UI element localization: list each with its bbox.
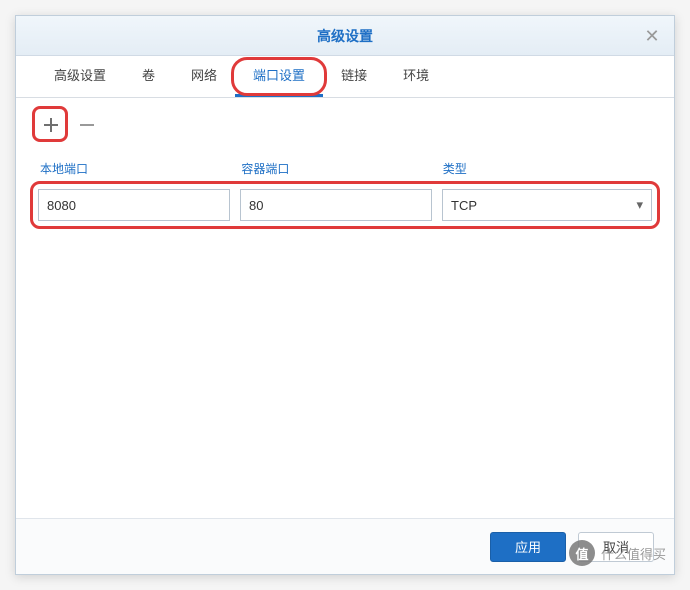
- chevron-down-icon: ▾: [636, 197, 643, 213]
- watermark-badge: 值: [569, 540, 595, 566]
- container-port-input[interactable]: [240, 189, 432, 221]
- tab-port-settings[interactable]: 端口设置: [235, 55, 323, 97]
- tab-links[interactable]: 链接: [323, 55, 385, 97]
- header-type: 类型: [441, 156, 652, 181]
- add-button[interactable]: [38, 112, 64, 138]
- table-header: 本地端口 容器端口 类型: [38, 156, 652, 181]
- tab-bar: 高级设置 卷 网络 端口设置 链接 环境: [16, 56, 674, 98]
- local-port-input[interactable]: [38, 189, 230, 221]
- tab-network[interactable]: 网络: [173, 55, 235, 97]
- plus-icon: [42, 116, 60, 134]
- toolbar: [38, 112, 652, 138]
- close-button[interactable]: ✕: [642, 26, 662, 46]
- type-select[interactable]: TCP ▾: [442, 189, 652, 221]
- dialog-header: 高级设置 ✕: [16, 16, 674, 56]
- tab-environment[interactable]: 环境: [385, 55, 447, 97]
- watermark: 值 什么值得买: [569, 540, 666, 566]
- header-local-port: 本地端口: [38, 156, 229, 181]
- table-row: TCP ▾: [38, 189, 652, 221]
- header-container-port: 容器端口: [239, 156, 430, 181]
- remove-button[interactable]: [74, 112, 100, 138]
- minus-icon: [78, 116, 96, 134]
- close-icon: ✕: [644, 26, 659, 47]
- dialog-title: 高级设置: [317, 26, 373, 46]
- tab-advanced[interactable]: 高级设置: [36, 55, 124, 97]
- advanced-settings-dialog: 高级设置 ✕ 高级设置 卷 网络 端口设置 链接 环境 本地端口 容器端口 类型: [15, 15, 675, 575]
- tab-port-label: 端口设置: [253, 68, 305, 83]
- tab-volume[interactable]: 卷: [124, 55, 173, 97]
- type-select-value: TCP: [451, 198, 477, 213]
- content-area: 本地端口 容器端口 类型 TCP ▾: [16, 98, 674, 518]
- apply-button[interactable]: 应用: [490, 532, 566, 562]
- watermark-text: 什么值得买: [601, 544, 666, 563]
